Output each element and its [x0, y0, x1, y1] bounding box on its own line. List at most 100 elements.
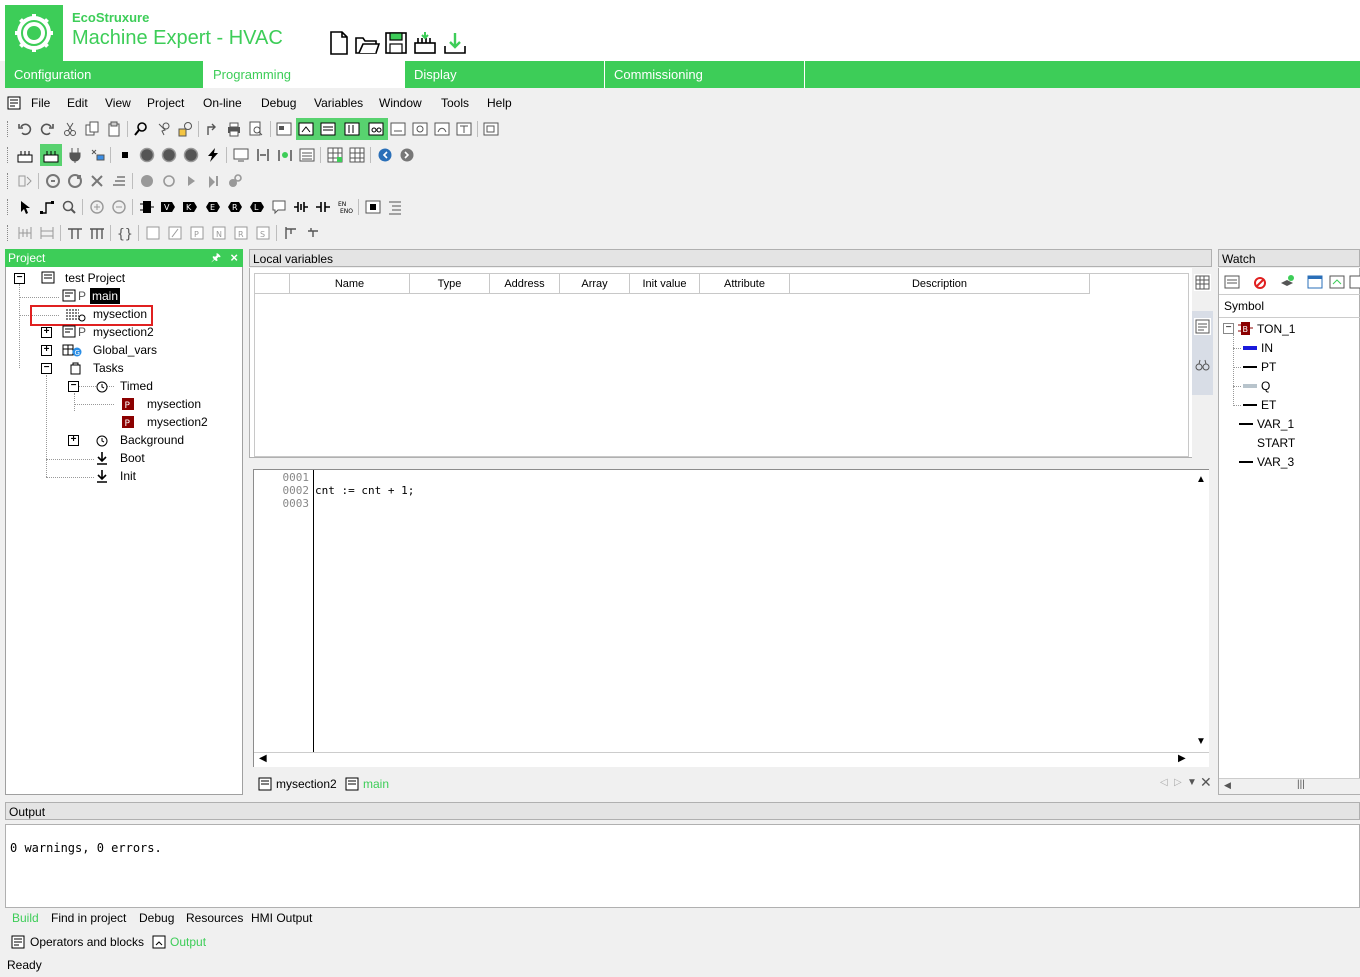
text-view-icon[interactable]	[1194, 318, 1211, 335]
forward-icon[interactable]	[399, 147, 415, 163]
tree-item-project-root[interactable]: test Project	[65, 271, 125, 285]
step-into-icon[interactable]	[45, 173, 61, 189]
vertical-scrollbar[interactable]: ▲ ▼	[1192, 470, 1209, 752]
watch-column-symbol[interactable]: Symbol	[1224, 299, 1264, 313]
list-icon[interactable]	[299, 147, 315, 163]
watch-remove-icon[interactable]	[1251, 274, 1267, 290]
menu-window[interactable]: Window	[379, 96, 422, 110]
goto-icon[interactable]	[204, 121, 220, 137]
watch-import-icon[interactable]	[1349, 274, 1360, 290]
list-indent-icon[interactable]	[387, 199, 403, 215]
output-tab-find[interactable]: Find in project	[51, 911, 126, 925]
column-header-attribute[interactable]: Attribute	[700, 274, 790, 294]
tab-programming[interactable]: Programming	[204, 61, 405, 88]
column-header-address[interactable]: Address	[490, 274, 560, 294]
tree-item-mysection[interactable]: mysection	[93, 307, 147, 321]
braces-icon[interactable]: {}	[117, 225, 133, 242]
transfer-icon[interactable]	[255, 147, 271, 163]
print-icon[interactable]	[226, 121, 242, 137]
menu-edit[interactable]: Edit	[67, 96, 88, 110]
tab-prev-icon[interactable]: ◁	[1160, 777, 1168, 788]
column-header-array[interactable]: Array	[560, 274, 630, 294]
breakpoint-icon[interactable]	[139, 173, 155, 189]
watch-item-pt[interactable]: PT	[1261, 360, 1276, 374]
contact-icon[interactable]	[293, 199, 309, 215]
replace-icon[interactable]	[177, 121, 193, 137]
column-header-description[interactable]: Description	[790, 274, 1090, 294]
view-icon-6[interactable]	[390, 121, 406, 137]
scroll-left-icon[interactable]: ◀	[259, 753, 267, 764]
menu-view[interactable]: View	[105, 96, 131, 110]
label-icon[interactable]: L	[249, 199, 265, 215]
box-slash-icon[interactable]	[167, 225, 183, 241]
tree-item-boot[interactable]: Boot	[120, 451, 145, 465]
find-next-icon[interactable]	[155, 121, 171, 137]
menu-file[interactable]: File	[31, 96, 50, 110]
menu-debug[interactable]: Debug	[261, 96, 296, 110]
debug-mode-icon[interactable]	[17, 173, 33, 189]
expand-icon-2[interactable]: +	[41, 345, 52, 356]
tree-item-background[interactable]: Background	[120, 433, 184, 447]
redo-icon[interactable]	[39, 121, 55, 137]
copy-icon[interactable]	[84, 121, 100, 137]
sfc-transition-icon[interactable]	[305, 225, 321, 241]
column-header-name[interactable]: Name	[290, 274, 410, 294]
view-icon-4[interactable]	[344, 121, 360, 137]
expand-icon-3[interactable]: +	[68, 435, 79, 446]
window-icon[interactable]	[483, 121, 499, 137]
debug-settings-icon[interactable]	[227, 173, 243, 189]
cold-start-icon[interactable]	[139, 147, 155, 163]
watch-export-icon[interactable]	[1329, 274, 1345, 290]
compile-icon[interactable]	[412, 30, 436, 56]
tree-item-timed-mysection2[interactable]: mysection2	[147, 415, 208, 429]
print-preview-icon[interactable]	[248, 121, 264, 137]
box-s-icon[interactable]: S	[255, 225, 271, 241]
view-icon-8[interactable]	[456, 121, 472, 137]
tree-item-global-vars[interactable]: Global_vars	[93, 343, 157, 357]
code-editor[interactable]: 0001 0002 0003 cnt := cnt + 1; ▲ ▼ ◀ ▶	[253, 469, 1209, 767]
view-icon-7[interactable]	[434, 121, 450, 137]
menu-online[interactable]: On-line	[203, 96, 242, 110]
ld-parallel-icon[interactable]	[39, 225, 55, 241]
watch-item-q[interactable]: Q	[1261, 379, 1270, 393]
ld-contact-icon[interactable]	[67, 225, 83, 241]
scroll-right-icon[interactable]: ▶	[1178, 753, 1186, 764]
close-icon[interactable]: ×	[230, 249, 238, 267]
code-line[interactable]: cnt := cnt + 1;	[315, 484, 414, 497]
editor-tab-main[interactable]: main	[343, 774, 389, 794]
watch-window-icon[interactable]	[1307, 274, 1323, 290]
pointer-icon[interactable]	[17, 199, 33, 215]
run-to-cursor-icon[interactable]	[111, 173, 127, 189]
undo-icon[interactable]	[17, 121, 33, 137]
menu-help[interactable]: Help	[487, 96, 512, 110]
block-instance-icon[interactable]	[365, 199, 381, 215]
rebuild-icon[interactable]	[43, 147, 59, 163]
step-icon[interactable]	[205, 173, 221, 189]
comment-icon[interactable]	[271, 199, 287, 215]
zoom-icon[interactable]	[61, 199, 77, 215]
column-header-init-value[interactable]: Init value	[630, 274, 700, 294]
connection-icon[interactable]	[39, 199, 55, 215]
expression-icon[interactable]: E	[205, 199, 221, 215]
tab-display[interactable]: Display	[405, 61, 605, 88]
box-n-icon[interactable]: N	[211, 225, 227, 241]
watch-item-in[interactable]: IN	[1261, 341, 1273, 355]
tree-item-init[interactable]: Init	[120, 469, 136, 483]
output-tab-hmi[interactable]: HMI Output	[251, 911, 312, 925]
tab-operators-and-blocks[interactable]: Operators and blocks	[30, 935, 144, 949]
coil-icon[interactable]	[315, 199, 331, 215]
tab-output[interactable]: Output	[170, 935, 206, 949]
tree-item-mysection2[interactable]: mysection2	[93, 325, 154, 339]
expand-icon[interactable]: +	[41, 327, 52, 338]
ld-insert-icon[interactable]	[17, 225, 33, 241]
watch-hscrollbar[interactable]: ◀ |||	[1219, 778, 1360, 794]
pin-icon[interactable]: 🖈	[211, 249, 221, 267]
sfc-step-icon[interactable]	[283, 225, 299, 241]
editor-tab-mysection2[interactable]: mysection2	[256, 774, 337, 794]
glasses-icon[interactable]	[1194, 356, 1211, 373]
step-over-icon[interactable]	[67, 173, 83, 189]
collapse-icon-2[interactable]: −	[41, 363, 52, 374]
view-icon-1[interactable]	[276, 121, 292, 137]
back-icon[interactable]	[377, 147, 393, 163]
collapse-icon-3[interactable]: −	[68, 381, 79, 392]
